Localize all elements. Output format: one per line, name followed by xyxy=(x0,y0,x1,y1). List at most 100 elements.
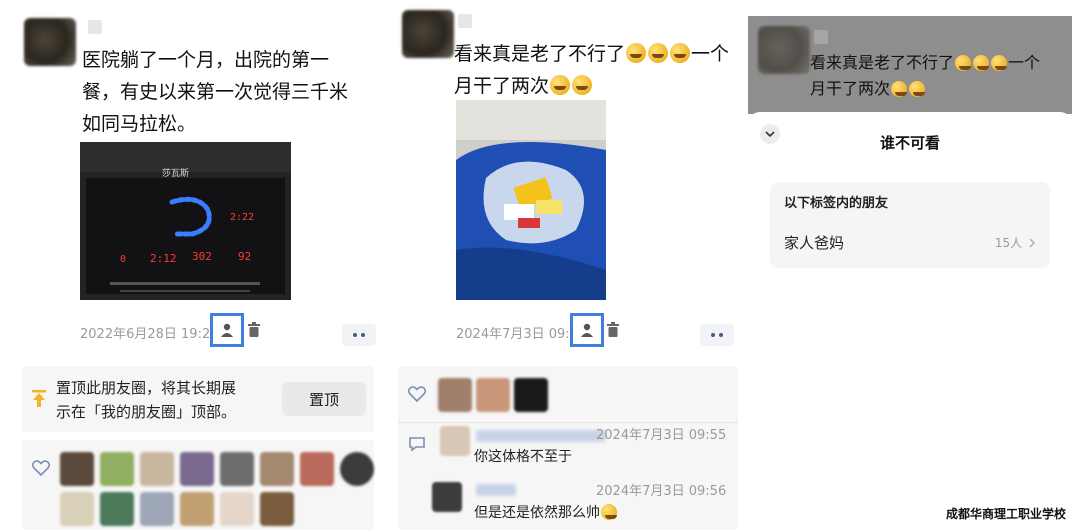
commenter-name[interactable] xyxy=(476,484,516,496)
treadmill-display-image: 莎瓦斯 2:22 0 2:12 302 92 xyxy=(80,142,291,300)
post-text-line: 看来真是老了不行了 一个 xyxy=(810,50,1040,76)
post-text-line: 月干了两次 xyxy=(810,76,1040,102)
commenter-avatar[interactable] xyxy=(440,426,470,456)
treadmill-reading: 92 xyxy=(238,250,251,263)
comment-text-segment: 但是还是依然那么帅 xyxy=(474,505,600,521)
comment-icon xyxy=(409,437,425,452)
post-text-segment: 一个 xyxy=(1008,53,1041,72)
face-palm-emoji-icon xyxy=(626,43,647,63)
more-options-button[interactable] xyxy=(342,324,376,346)
dimmed-post-preview[interactable]: 看来真是老了不行了 一个 月干了两次 xyxy=(748,16,1072,114)
liker-avatar[interactable] xyxy=(180,452,214,486)
post-text-segment: 看来真是老了不行了 xyxy=(810,53,955,72)
liker-avatar[interactable] xyxy=(60,492,94,526)
nickname xyxy=(814,30,828,44)
face-palm-emoji-icon xyxy=(572,75,593,95)
post-text-segment: 看来真是老了不行了 xyxy=(454,43,626,65)
liker-avatar[interactable] xyxy=(476,378,510,412)
moment-post-panel-1: 医院躺了一个月，出院的第一 餐，有史以来第一次觉得三千米 如同马拉松。 莎瓦斯 … xyxy=(0,0,388,530)
avatar[interactable] xyxy=(402,10,454,58)
person-icon xyxy=(581,323,593,337)
heart-icon xyxy=(32,460,50,476)
medicine-bag-image xyxy=(456,100,606,300)
heart-icon xyxy=(408,386,426,402)
nickname[interactable] xyxy=(88,20,102,34)
divider xyxy=(398,422,738,423)
comment-time: 2024年7月3日 09:56 xyxy=(596,484,727,499)
tag-count[interactable]: 15人 xyxy=(995,234,1036,251)
avatar[interactable] xyxy=(24,18,76,66)
liker-avatar[interactable] xyxy=(220,492,254,526)
liker-avatar[interactable] xyxy=(514,378,548,412)
commenter-avatar[interactable] xyxy=(432,482,462,512)
sheet-title: 谁不可看 xyxy=(879,134,940,152)
face-palm-emoji-icon xyxy=(955,55,972,71)
pin-tip-card: 置顶此朋友圈，将其长期展 示在「我的朋友圈」顶部。 置顶 xyxy=(22,366,374,432)
post-text-line: 看来真是老了不行了 一个 xyxy=(454,38,729,70)
trash-icon[interactable] xyxy=(247,322,261,338)
grin-emoji-icon xyxy=(601,504,617,520)
post-text: 看来真是老了不行了 一个 月干了两次 xyxy=(810,50,1040,102)
chevron-right-icon xyxy=(1029,238,1035,248)
comment-time: 2024年7月3日 09:55 xyxy=(596,428,727,443)
post-text-segment: 月干了两次 xyxy=(810,79,891,98)
liker-avatar[interactable] xyxy=(100,492,134,526)
liker-avatar[interactable] xyxy=(300,452,334,486)
trash-icon[interactable] xyxy=(606,322,620,338)
more-options-button[interactable] xyxy=(700,324,734,346)
face-palm-emoji-icon xyxy=(550,75,571,95)
liker-avatar[interactable] xyxy=(140,492,174,526)
interactions-section: 2024年7月3日 09:55 你这体格不至于 2024年7月3日 09:56 … xyxy=(398,366,738,530)
liker-avatar[interactable] xyxy=(100,452,134,486)
face-palm-emoji-icon xyxy=(991,55,1008,71)
comment-text[interactable]: 但是还是依然那么帅 xyxy=(474,502,618,522)
person-icon xyxy=(221,323,233,337)
face-palm-emoji-icon xyxy=(670,43,691,63)
visibility-indicator[interactable] xyxy=(210,313,244,347)
liker-avatar[interactable] xyxy=(260,492,294,526)
face-palm-emoji-icon xyxy=(909,81,926,97)
tag-name[interactable]: 家人爸妈 xyxy=(784,232,844,253)
post-text-line: 医院躺了一个月，出院的第一 xyxy=(82,49,330,71)
treadmill-brand: 莎瓦斯 xyxy=(162,167,189,179)
post-timestamp: 2024年7月3日 09:4 xyxy=(456,327,578,342)
face-palm-emoji-icon xyxy=(648,43,669,63)
treadmill-reading: 302 xyxy=(192,250,212,263)
pin-tip-line: 示在「我的朋友圈」顶部。 xyxy=(56,403,237,421)
liker-avatar[interactable] xyxy=(180,492,214,526)
post-text-segment: 月干了两次 xyxy=(454,75,550,97)
face-palm-emoji-icon xyxy=(973,55,990,71)
post-timestamp: 2022年6月28日 19:2 xyxy=(80,327,211,342)
tag-count-text: 15人 xyxy=(994,236,1023,250)
post-photo-medicine[interactable] xyxy=(456,100,606,300)
pin-button[interactable]: 置顶 xyxy=(282,382,366,416)
post-text-line: 餐，有史以来第一次觉得三千米 xyxy=(82,81,349,103)
face-palm-emoji-icon xyxy=(891,81,908,97)
section-heading: 以下标签内的朋友 xyxy=(784,196,889,211)
visibility-indicator[interactable] xyxy=(570,313,604,347)
tag-group-card: 以下标签内的朋友 家人爸妈 15人 xyxy=(770,182,1050,268)
liker-avatar[interactable] xyxy=(438,378,472,412)
pin-to-top-icon xyxy=(32,390,46,407)
treadmill-reading: 2:12 xyxy=(150,252,177,265)
liker-avatar[interactable] xyxy=(260,452,294,486)
comment-text[interactable]: 你这体格不至于 xyxy=(474,446,572,466)
avatar xyxy=(758,26,810,74)
nickname[interactable] xyxy=(458,14,472,28)
treadmill-reading: 2:22 xyxy=(230,212,254,223)
commenter-name[interactable] xyxy=(476,430,606,442)
pin-tip-text: 置顶此朋友圈，将其长期展 示在「我的朋友圈」顶部。 xyxy=(56,376,236,424)
liker-avatar[interactable] xyxy=(340,452,374,486)
post-text: 医院躺了一个月，出院的第一 餐，有史以来第一次觉得三千米 如同马拉松。 xyxy=(82,44,348,140)
visibility-bottom-sheet: 谁不可看 以下标签内的朋友 家人爸妈 15人 xyxy=(748,112,1072,530)
liker-avatar[interactable] xyxy=(140,452,174,486)
pin-tip-line: 置顶此朋友圈，将其长期展 xyxy=(56,379,237,397)
liker-avatar[interactable] xyxy=(60,452,94,486)
post-text: 看来真是老了不行了 一个 月干了两次 xyxy=(454,38,729,102)
liker-avatar[interactable] xyxy=(220,452,254,486)
post-text-segment: 一个 xyxy=(691,43,730,65)
likes-section xyxy=(22,440,374,530)
post-text-line: 如同马拉松。 xyxy=(82,113,197,135)
source-watermark: 成都华商理工职业学校 xyxy=(945,507,1066,521)
post-photo-treadmill[interactable]: 莎瓦斯 2:22 0 2:12 302 92 xyxy=(80,142,291,300)
